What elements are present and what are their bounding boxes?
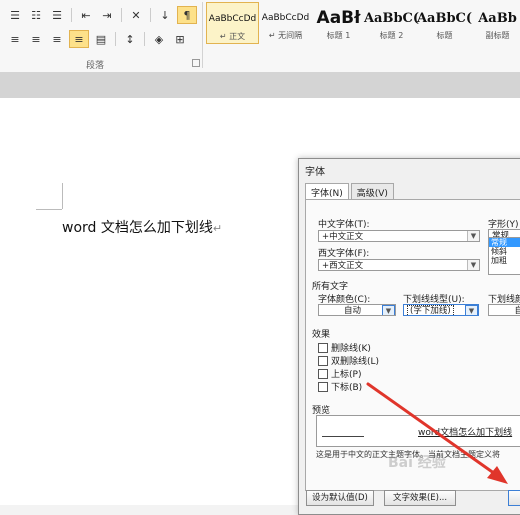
watermark: Bai 经验	[388, 455, 446, 471]
red-arrow-annotation	[366, 382, 508, 484]
